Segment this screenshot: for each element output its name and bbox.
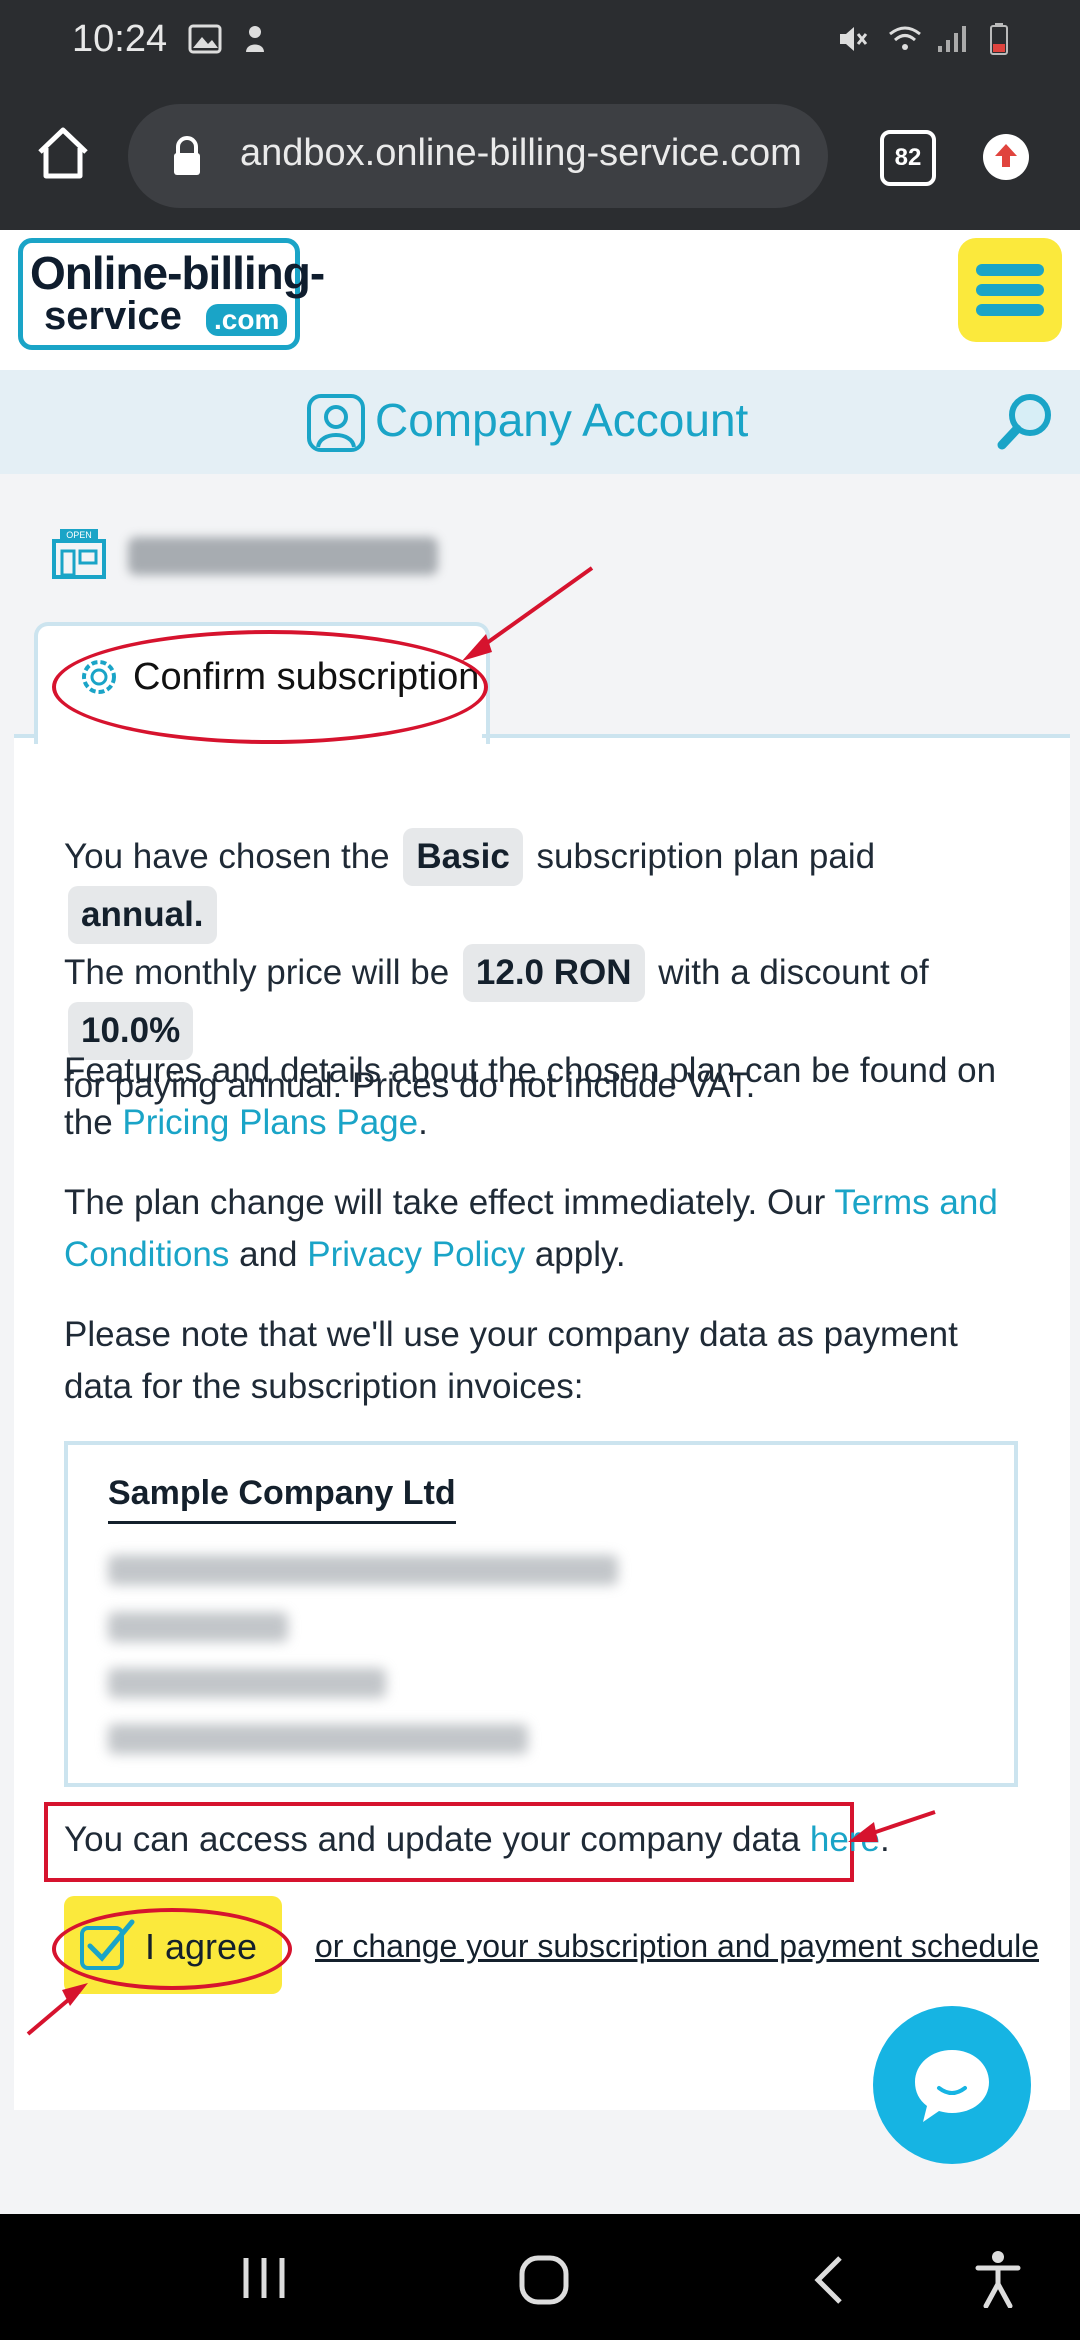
page-title: Company Account	[375, 394, 749, 446]
hamburger-icon	[976, 264, 1044, 276]
annotation-ellipse-agree	[52, 1908, 292, 1990]
signal-icon	[938, 26, 966, 52]
company-detail-redacted	[108, 1724, 528, 1754]
company-data-here-link[interactable]: here	[810, 1820, 880, 1859]
search-icon[interactable]	[994, 390, 1056, 452]
pricing-plans-link[interactable]: Pricing Plans Page	[122, 1103, 418, 1142]
billing-badge: annual.	[68, 886, 217, 944]
annotation-ellipse-tab	[52, 630, 488, 744]
company-name-redacted	[128, 537, 438, 575]
svg-text:OPEN: OPEN	[66, 530, 92, 540]
logo-text-line1: Online-billing-	[30, 247, 325, 299]
price-badge: 12.0 RON	[462, 944, 645, 1002]
menu-button[interactable]	[958, 238, 1062, 342]
mute-icon	[840, 27, 868, 51]
battery-icon	[990, 23, 1008, 55]
wifi-icon	[889, 26, 921, 50]
back-icon[interactable]	[810, 2254, 846, 2306]
home-icon[interactable]	[34, 124, 92, 182]
logo-text-line2: service	[44, 294, 182, 338]
chat-bubble-icon	[915, 2050, 989, 2122]
notification-icon	[246, 26, 264, 52]
change-subscription-link[interactable]: or change your subscription and payment …	[315, 1928, 1039, 1965]
terms-paragraph: The plan change will take effect immedia…	[64, 1183, 998, 1274]
features-paragraph: Features and details about the chosen pl…	[64, 1051, 997, 1142]
update-icon[interactable]	[982, 133, 1030, 181]
company-store-icon: OPEN	[52, 529, 106, 579]
tabs-button[interactable]: 82	[880, 130, 936, 186]
home-nav-icon[interactable]	[518, 2254, 570, 2306]
company-data-access-text: You can access and update your company d…	[64, 1820, 890, 1859]
payment-data-note: Please note that we'll use your company …	[64, 1315, 958, 1406]
company-card-name: Sample Company Ltd	[108, 1474, 456, 1524]
company-detail-redacted	[108, 1612, 288, 1642]
company-detail-redacted	[108, 1555, 618, 1585]
privacy-policy-link[interactable]: Privacy Policy	[307, 1235, 525, 1274]
chat-button[interactable]	[873, 2006, 1031, 2164]
recent-apps-icon[interactable]	[240, 2256, 288, 2300]
logo-com-badge: .com	[206, 304, 288, 336]
company-detail-redacted	[108, 1668, 386, 1698]
gallery-icon	[188, 24, 222, 54]
user-account-icon	[307, 394, 365, 452]
status-time: 10:24	[72, 18, 168, 60]
lock-icon	[174, 136, 200, 175]
url-text: andbox.online-billing-service.com	[240, 132, 802, 174]
accessibility-icon[interactable]	[974, 2250, 1022, 2308]
plan-badge: Basic	[403, 828, 523, 886]
